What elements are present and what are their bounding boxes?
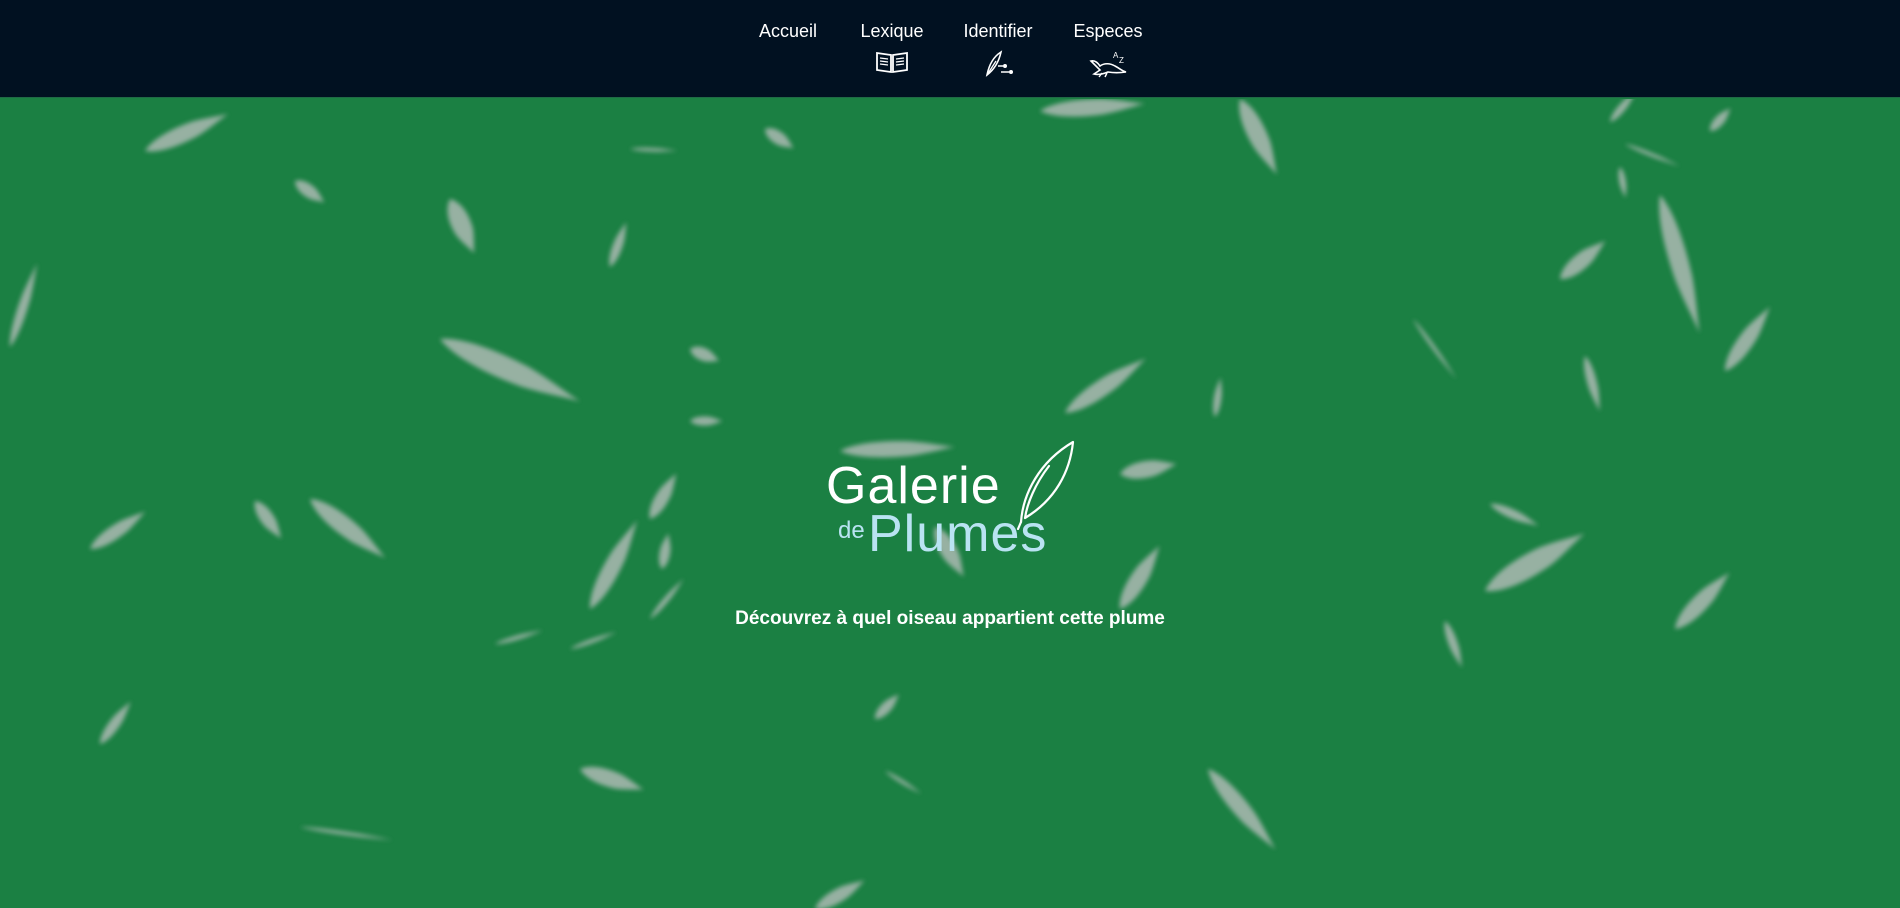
logo-connector: de — [838, 517, 865, 544]
hero-tagline: Découvrez à quel oiseau appartient cette… — [735, 608, 1165, 629]
nav-item-label: Identifier — [963, 21, 1033, 41]
svg-text:Z: Z — [1119, 56, 1124, 65]
book-icon — [872, 49, 912, 79]
bird-az-icon: A Z — [1088, 49, 1128, 79]
site-logo[interactable]: Galerie de Plumes — [820, 434, 1090, 564]
top-navigation: Accueil Lexique Identifier Especes A Z — [0, 0, 1900, 98]
nav-item-identifier[interactable]: Identifier — [958, 19, 1038, 83]
hero-section: Galerie de Plumes Découvrez à quel oisea… — [0, 99, 1900, 908]
nav-item-lexique[interactable]: Lexique — [854, 19, 930, 83]
nav-item-especes[interactable]: Especes A Z — [1072, 19, 1144, 83]
nav-item-accueil[interactable]: Accueil — [756, 19, 820, 83]
feather-identify-icon — [978, 49, 1018, 79]
nav-item-label: Especes — [1073, 21, 1143, 41]
feather-logo-icon — [1015, 438, 1077, 534]
nav-item-label: Accueil — [758, 21, 818, 41]
nav-item-label: Lexique — [860, 21, 924, 41]
